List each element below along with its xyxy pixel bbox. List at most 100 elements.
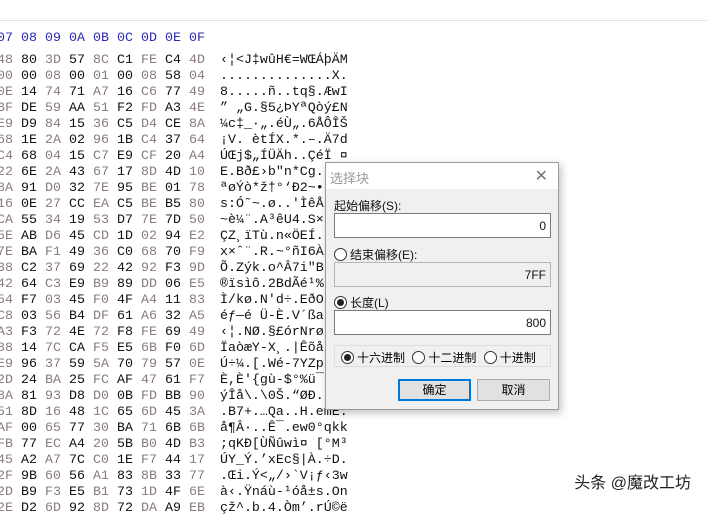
hex-byte[interactable]: CA	[0, 212, 17, 228]
hex-byte[interactable]: 58	[165, 68, 185, 84]
hex-byte[interactable]: 70	[117, 356, 137, 372]
hex-byte[interactable]: FC	[93, 372, 113, 388]
end-offset-radio[interactable]	[334, 248, 347, 261]
hex-byte[interactable]: 69	[165, 324, 185, 340]
hex-byte[interactable]: F0	[93, 292, 113, 308]
hex-byte[interactable]: 96	[93, 132, 113, 148]
hex-byte[interactable]: C3	[45, 276, 65, 292]
hex-byte[interactable]: 48	[69, 404, 89, 420]
hex-byte[interactable]: F3	[45, 484, 65, 500]
hex-byte[interactable]: 70	[165, 244, 185, 260]
hex-byte[interactable]: 17	[117, 164, 137, 180]
length-option[interactable]: 长度(L)	[334, 294, 389, 311]
hex-byte[interactable]: D0	[45, 180, 65, 196]
hex-byte[interactable]: 06	[165, 276, 185, 292]
base-duodecimal-option[interactable]: 十二进制	[412, 351, 476, 365]
hex-byte[interactable]: 22	[93, 260, 113, 276]
hex-byte[interactable]: 08	[141, 68, 161, 84]
hex-byte[interactable]: 30	[93, 420, 113, 436]
hex-byte[interactable]: B9	[21, 484, 41, 500]
hex-byte[interactable]: C6	[141, 84, 161, 100]
hex-byte[interactable]: 72	[117, 500, 137, 516]
hex-byte[interactable]: 00	[21, 68, 41, 84]
hex-byte[interactable]: 6E	[21, 164, 41, 180]
ascii-text[interactable]: ” „G.§5¿ÞYªQòý£N	[220, 100, 348, 116]
hex-byte[interactable]: 8C	[93, 52, 113, 68]
hex-byte[interactable]: A3	[0, 324, 17, 340]
hex-byte[interactable]: DD	[141, 276, 161, 292]
hex-byte[interactable]: C4	[165, 52, 185, 68]
hex-byte[interactable]: F7	[21, 292, 41, 308]
hex-byte[interactable]: 34	[45, 212, 65, 228]
hex-byte[interactable]: 27	[45, 196, 65, 212]
hex-byte[interactable]: E5	[117, 340, 137, 356]
hex-byte[interactable]: 89	[117, 276, 137, 292]
hex-byte[interactable]: 03	[21, 308, 41, 324]
hex-byte[interactable]: 02	[141, 228, 161, 244]
hex-byte[interactable]: 48	[0, 52, 17, 68]
hex-byte[interactable]: 1E	[117, 452, 137, 468]
hex-byte[interactable]: B3	[189, 436, 209, 452]
hex-byte[interactable]: 88	[0, 340, 17, 356]
ascii-text[interactable]: à‹.Ÿnáù-¹óå±s.On	[220, 484, 348, 500]
hex-byte[interactable]: 1E	[21, 132, 41, 148]
hex-byte[interactable]: 2D	[0, 484, 17, 500]
hex-byte[interactable]: 78	[189, 180, 209, 196]
ascii-text[interactable]: .Œi.Ý<„/›`V¡ƒ‹3w	[220, 468, 348, 484]
hex-byte[interactable]: FD	[141, 100, 161, 116]
hex-byte[interactable]: 51	[0, 404, 17, 420]
hex-byte[interactable]: 84	[45, 116, 65, 132]
hex-byte[interactable]: F2	[117, 100, 137, 116]
hex-byte[interactable]: FD	[141, 388, 161, 404]
hex-byte[interactable]: 94	[165, 228, 185, 244]
hex-byte[interactable]: C0	[93, 452, 113, 468]
hex-byte[interactable]: 71	[69, 84, 89, 100]
hex-byte[interactable]: 64	[21, 276, 41, 292]
hex-byte[interactable]: F9	[189, 244, 209, 260]
hex-byte[interactable]: 45	[0, 452, 17, 468]
ascii-text[interactable]: ~è¼¨.A³êU4.S×	[220, 212, 324, 228]
hex-byte[interactable]: 6B	[165, 420, 185, 436]
hex-byte[interactable]: 01	[93, 68, 113, 84]
hex-byte[interactable]: 49	[189, 324, 209, 340]
hex-byte[interactable]: 83	[117, 468, 137, 484]
hex-byte[interactable]: 80	[21, 52, 41, 68]
hex-byte[interactable]: B4	[69, 308, 89, 324]
hex-byte[interactable]: 6D	[45, 500, 65, 516]
hex-byte[interactable]: 16	[0, 196, 17, 212]
hex-byte[interactable]: 59	[45, 100, 65, 116]
hex-byte[interactable]: 68	[141, 244, 161, 260]
hex-byte[interactable]: C4	[141, 132, 161, 148]
hex-byte[interactable]: 0E	[189, 356, 209, 372]
hex-byte[interactable]: 72	[45, 324, 65, 340]
hex-byte[interactable]: 24	[21, 372, 41, 388]
hex-byte[interactable]: 51	[93, 100, 113, 116]
hex-byte[interactable]: AB	[21, 228, 41, 244]
hex-byte[interactable]: AF	[117, 372, 137, 388]
hex-byte[interactable]: 57	[165, 356, 185, 372]
ascii-text[interactable]: ®ïsìô.2BdÃé¹%	[220, 276, 324, 292]
hex-byte[interactable]: EC	[45, 436, 65, 452]
hex-byte[interactable]: DA	[141, 500, 161, 516]
hex-byte[interactable]: 50	[189, 212, 209, 228]
hex-byte[interactable]: D6	[45, 228, 65, 244]
hex-byte[interactable]: 42	[117, 260, 137, 276]
hex-byte[interactable]: F0	[165, 340, 185, 356]
ascii-text[interactable]: ;qKÐ[ÙÑûwì¤ [°M³	[220, 436, 348, 452]
hex-byte[interactable]: CA	[69, 340, 89, 356]
hex-byte[interactable]: 4F	[165, 484, 185, 500]
hex-byte[interactable]: 77	[189, 468, 209, 484]
hex-byte[interactable]: 15	[69, 148, 89, 164]
hex-byte[interactable]: 81	[21, 388, 41, 404]
hex-byte[interactable]: 5E	[0, 228, 17, 244]
hex-byte[interactable]: 61	[117, 308, 137, 324]
hex-byte[interactable]: 56	[69, 468, 89, 484]
hex-byte[interactable]: 16	[117, 84, 137, 100]
hex-byte[interactable]: 6D	[141, 404, 161, 420]
hex-byte[interactable]: A1	[93, 468, 113, 484]
cancel-button[interactable]: 取消	[477, 379, 550, 401]
hex-byte[interactable]: 20	[93, 436, 113, 452]
hex-byte[interactable]: 8A	[189, 116, 209, 132]
hex-byte[interactable]: 02	[69, 132, 89, 148]
hex-byte[interactable]: 5B	[117, 436, 137, 452]
